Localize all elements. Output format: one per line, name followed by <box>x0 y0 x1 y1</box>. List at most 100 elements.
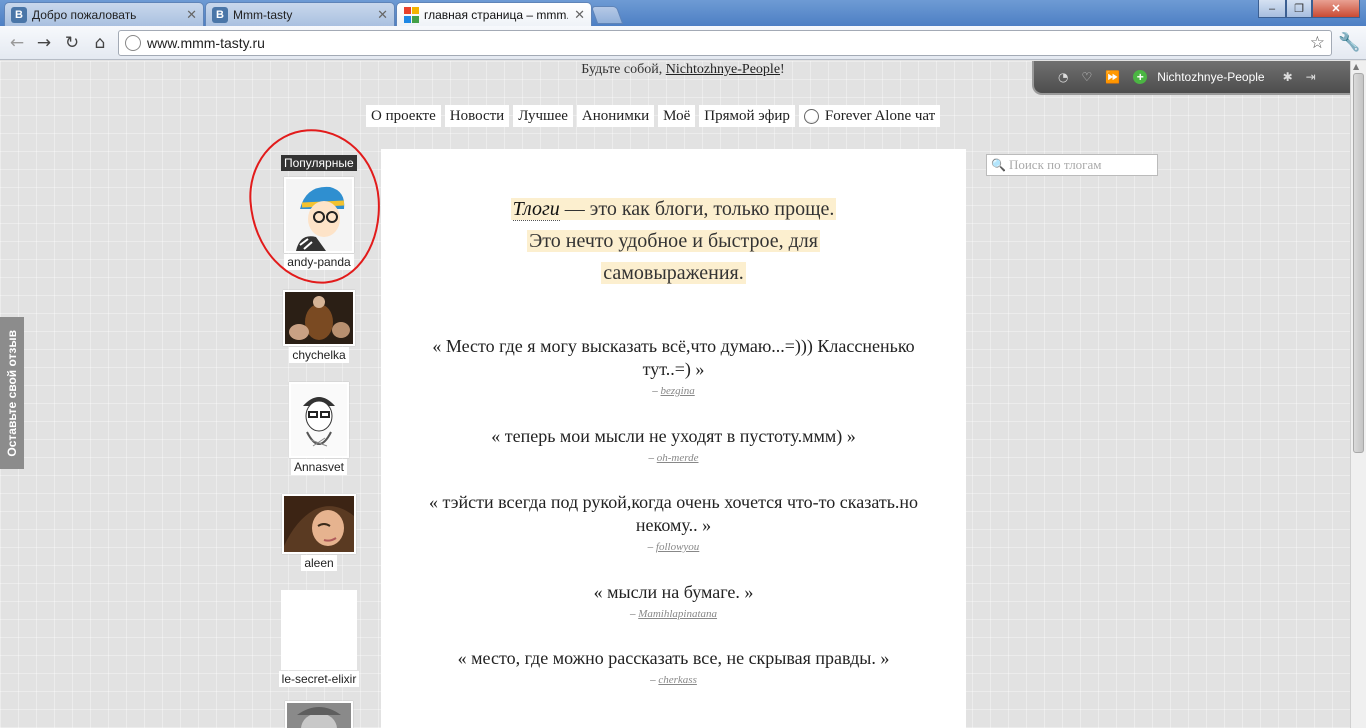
nav-forever-alone-chat[interactable]: Forever Alone чат <box>798 105 941 127</box>
avatar-photo-icon <box>284 496 354 552</box>
popular-username[interactable]: le-secret-elixir <box>278 671 360 687</box>
window-controls: – ❐ ✕ <box>1258 0 1360 18</box>
forward-arrow-icon[interactable]: → <box>33 32 55 54</box>
quote-author-link[interactable]: bezgina <box>661 385 695 397</box>
quote-author-link[interactable]: oh-merde <box>657 452 699 464</box>
motto-suffix: ! <box>780 62 785 77</box>
nav-about[interactable]: О проекте <box>366 105 441 127</box>
nav-live[interactable]: Прямой эфир <box>699 105 795 127</box>
tab-close-icon[interactable]: ✕ <box>186 7 197 23</box>
popular-username[interactable]: Annasvet <box>290 459 348 475</box>
popular-username[interactable]: chychelka <box>289 347 349 363</box>
avatar-sketch-icon <box>291 384 347 456</box>
quote-text: « мысли на бумаге. » <box>593 582 754 602</box>
popular-user[interactable] <box>279 701 359 728</box>
reload-icon[interactable]: ↻ <box>61 32 83 54</box>
minimize-button[interactable]: – <box>1258 0 1286 18</box>
tlog-search[interactable]: 🔍 <box>986 154 1158 176</box>
avatar[interactable] <box>281 590 357 670</box>
tab-close-icon[interactable]: ✕ <box>574 7 585 23</box>
user-toolbar: ◔ ♡ ⏩ + Nichtozhnye-People ✱ ⇥ <box>1032 61 1350 95</box>
nav-best[interactable]: Лучшее <box>513 105 573 127</box>
avatar[interactable] <box>285 701 353 728</box>
globe-icon <box>125 35 141 51</box>
heart-icon[interactable]: ♡ <box>1081 70 1092 84</box>
close-window-button[interactable]: ✕ <box>1312 0 1360 18</box>
testimonial-quote: « теперь мои мысли не уходят в пустоту.м… <box>421 425 926 465</box>
page-viewport: Будьте собой, Nichtozhnye-People! ◔ ♡ ⏩ … <box>0 61 1350 728</box>
main-nav: О проекте Новости Лучшее Анонимки Моё Пр… <box>366 105 941 127</box>
intro-line3: самовыражения. <box>601 262 746 284</box>
tab-strip: В Добро пожаловать ✕ В Mmm-tasty ✕ главн… <box>0 0 1366 27</box>
wrench-menu-icon[interactable]: 🔧 <box>1338 32 1360 53</box>
tab-close-icon[interactable]: ✕ <box>377 7 388 23</box>
tab-mmm-tasty[interactable]: В Mmm-tasty ✕ <box>205 2 395 26</box>
tab-dobro-pozhalovat[interactable]: В Добро пожаловать ✕ <box>4 2 204 26</box>
address-bar[interactable]: ☆ <box>118 30 1332 56</box>
avatar-photo-icon <box>285 292 353 344</box>
quote-byline: – Mamihlapinatana <box>629 608 718 620</box>
tlogi-term[interactable]: Тлоги <box>512 198 560 221</box>
add-post-icon[interactable]: + <box>1133 70 1148 84</box>
intro-line2: Это нечто удобное и быстрое, для <box>527 230 820 252</box>
search-input[interactable] <box>1008 157 1149 173</box>
avatar[interactable] <box>289 382 349 458</box>
popular-user[interactable]: Annasvet <box>279 382 359 475</box>
scroll-thumb[interactable] <box>1353 73 1364 453</box>
nav-news[interactable]: Новости <box>444 105 510 127</box>
quote-byline: – cherkass <box>650 674 697 686</box>
quote-text: « место, где можно рассказать все, не ск… <box>457 648 890 668</box>
toolbar-username[interactable]: Nichtozhnye-People <box>1157 70 1264 84</box>
quote-text: « Место где я могу высказать всё,что дум… <box>432 336 915 379</box>
testimonial-quote: « тэйсти всегда под рукой,когда очень хо… <box>421 491 926 554</box>
main-content: Тлоги — это как блоги, только проще. Это… <box>381 149 966 728</box>
tab-main-page[interactable]: главная страница – mmm... ✕ <box>396 2 592 27</box>
nav-chat-label: Forever Alone чат <box>824 107 936 124</box>
nav-anonymous[interactable]: Анонимки <box>576 105 655 127</box>
home-icon[interactable]: ⌂ <box>89 32 111 54</box>
bookmark-star-icon[interactable]: ☆ <box>1310 33 1325 53</box>
quote-author-link[interactable]: cherkass <box>658 674 697 686</box>
popular-user[interactable]: chychelka <box>279 290 359 363</box>
forever-alone-face-icon <box>803 108 819 124</box>
back-arrow-icon[interactable]: ← <box>6 32 28 54</box>
logout-icon[interactable]: ⇥ <box>1306 70 1316 84</box>
fast-forward-icon[interactable]: ⏩ <box>1105 70 1120 84</box>
vk-favicon-icon: В <box>212 6 228 23</box>
popular-user[interactable]: aleen <box>279 494 359 571</box>
maximize-button[interactable]: ❐ <box>1286 0 1312 18</box>
rss-icon[interactable]: ◔ <box>1058 70 1068 84</box>
intro-text: Тлоги — это как блоги, только проще. Это… <box>381 193 966 289</box>
intro-line1: — это как блоги, только проще. <box>559 198 835 220</box>
search-icon: 🔍 <box>991 158 1006 172</box>
scroll-up-arrow-icon[interactable]: ▲ <box>1353 62 1359 71</box>
quote-text: « теперь мои мысли не уходят в пустоту.м… <box>491 426 856 446</box>
quote-author-link[interactable]: Mamihlapinatana <box>638 608 717 620</box>
new-tab-button[interactable] <box>590 6 624 24</box>
testimonial-quote: « место, где можно рассказать все, не ск… <box>451 647 896 687</box>
browser-toolbar: ← → ↻ ⌂ ☆ <box>0 26 1366 60</box>
testimonial-quote: « Место где я могу высказать всё,что дум… <box>421 335 926 398</box>
avatar[interactable] <box>282 494 356 554</box>
nav-mine[interactable]: Моё <box>658 105 696 127</box>
motto-user-link[interactable]: Nichtozhnye-People <box>666 62 780 77</box>
testimonial-quote: « мысли на бумаге. » – Mamihlapinatana <box>421 581 926 621</box>
settings-icon[interactable]: ✱ <box>1283 70 1293 84</box>
quote-byline: – followyou <box>647 541 700 553</box>
tab-label: главная страница – mmm... <box>424 8 569 22</box>
tab-label: Добро пожаловать <box>32 7 137 22</box>
avatar-photo-icon <box>287 703 351 728</box>
avatar[interactable] <box>283 290 355 346</box>
feedback-tab[interactable]: Оставьте свой отзыв <box>0 317 24 469</box>
feedback-label: Оставьте свой отзыв <box>5 329 19 457</box>
popular-user[interactable]: le-secret-elixir <box>274 590 364 687</box>
page-scrollbar[interactable]: ▲ <box>1350 61 1366 728</box>
quote-byline: – oh-merde <box>648 452 699 464</box>
quote-author-link[interactable]: followyou <box>656 541 699 553</box>
red-hand-drawn-circle <box>244 124 386 289</box>
tab-label: Mmm-tasty <box>233 7 293 22</box>
quote-text: « тэйсти всегда под рукой,когда очень хо… <box>428 492 919 535</box>
address-input[interactable] <box>147 35 1310 51</box>
popular-username[interactable]: aleen <box>301 555 337 571</box>
vk-favicon-icon: В <box>11 6 27 23</box>
